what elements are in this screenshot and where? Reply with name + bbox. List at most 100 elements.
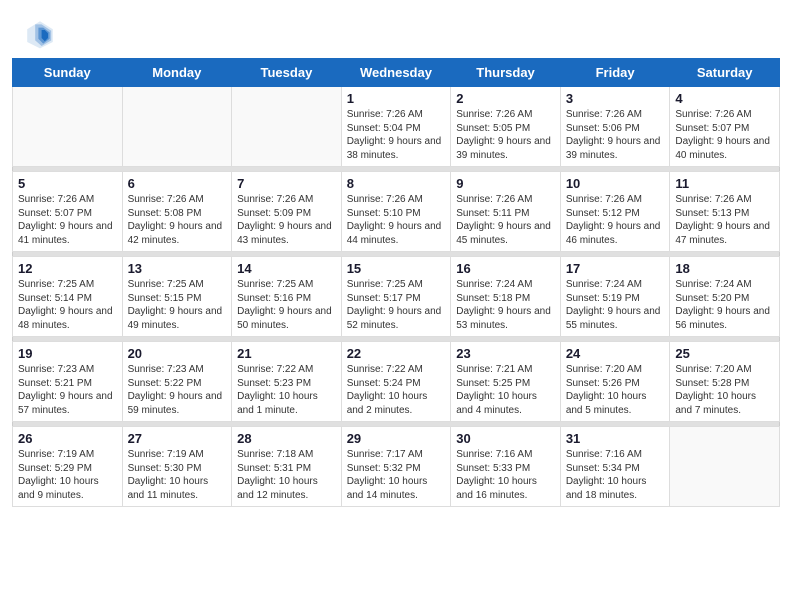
calendar-cell: 3 Sunrise: 7:26 AMSunset: 5:06 PMDaylight… — [560, 87, 670, 167]
cell-details: Sunrise: 7:24 AMSunset: 5:18 PMDaylight:… — [456, 278, 555, 332]
day-number: 30 — [456, 431, 555, 446]
calendar-cell: 8 Sunrise: 7:26 AMSunset: 5:10 PMDaylight… — [341, 172, 451, 252]
day-of-week-header: Sunday — [13, 59, 123, 87]
calendar-cell — [670, 427, 780, 507]
cell-details: Sunrise: 7:26 AMSunset: 5:09 PMDaylight:… — [237, 193, 336, 247]
calendar-cell: 18 Sunrise: 7:24 AMSunset: 5:20 PMDayligh… — [670, 257, 780, 337]
day-number: 11 — [675, 176, 774, 191]
day-number: 28 — [237, 431, 336, 446]
calendar-cell — [13, 87, 123, 167]
day-number: 25 — [675, 346, 774, 361]
cell-details: Sunrise: 7:16 AMSunset: 5:33 PMDaylight:… — [456, 448, 555, 502]
cell-details: Sunrise: 7:19 AMSunset: 5:29 PMDaylight:… — [18, 448, 117, 502]
cell-details: Sunrise: 7:23 AMSunset: 5:21 PMDaylight:… — [18, 363, 117, 417]
cell-details: Sunrise: 7:25 AMSunset: 5:14 PMDaylight:… — [18, 278, 117, 332]
cell-details: Sunrise: 7:26 AMSunset: 5:13 PMDaylight:… — [675, 193, 774, 247]
day-number: 20 — [128, 346, 227, 361]
day-of-week-header: Saturday — [670, 59, 780, 87]
calendar-week-row: 26 Sunrise: 7:19 AMSunset: 5:29 PMDayligh… — [13, 427, 780, 507]
day-number: 18 — [675, 261, 774, 276]
calendar-week-row: 1Sunrise: 7:26 AMSunset: 5:04 PMDaylight… — [13, 87, 780, 167]
calendar-cell: 27 Sunrise: 7:19 AMSunset: 5:30 PMDayligh… — [122, 427, 232, 507]
cell-details: Sunrise: 7:19 AMSunset: 5:30 PMDaylight:… — [128, 448, 227, 502]
calendar-cell: 21 Sunrise: 7:22 AMSunset: 5:23 PMDayligh… — [232, 342, 342, 422]
day-of-week-header: Thursday — [451, 59, 561, 87]
calendar-cell: 12 Sunrise: 7:25 AMSunset: 5:14 PMDayligh… — [13, 257, 123, 337]
day-number: 23 — [456, 346, 555, 361]
calendar-table: SundayMondayTuesdayWednesdayThursdayFrid… — [12, 58, 780, 507]
day-number: 24 — [566, 346, 665, 361]
cell-details: Sunrise: 7:26 AMSunset: 5:06 PMDaylight:… — [566, 108, 665, 162]
logo — [24, 18, 60, 50]
calendar-cell: 22Sunrise: 7:22 AMSunset: 5:24 PMDayligh… — [341, 342, 451, 422]
day-number: 27 — [128, 431, 227, 446]
calendar-cell: 7 Sunrise: 7:26 AMSunset: 5:09 PMDaylight… — [232, 172, 342, 252]
cell-details: Sunrise: 7:26 AMSunset: 5:07 PMDaylight:… — [675, 108, 774, 162]
cell-details: Sunrise: 7:26 AMSunset: 5:11 PMDaylight:… — [456, 193, 555, 247]
day-of-week-header: Friday — [560, 59, 670, 87]
calendar-cell: 11 Sunrise: 7:26 AMSunset: 5:13 PMDayligh… — [670, 172, 780, 252]
cell-details: Sunrise: 7:25 AMSunset: 5:15 PMDaylight:… — [128, 278, 227, 332]
day-number: 21 — [237, 346, 336, 361]
day-number: 6 — [128, 176, 227, 191]
day-number: 12 — [18, 261, 117, 276]
cell-details: Sunrise: 7:26 AMSunset: 5:08 PMDaylight:… — [128, 193, 227, 247]
cell-details: Sunrise: 7:26 AMSunset: 5:07 PMDaylight:… — [18, 193, 117, 247]
calendar-cell: 23 Sunrise: 7:21 AMSunset: 5:25 PMDayligh… — [451, 342, 561, 422]
day-number: 26 — [18, 431, 117, 446]
day-number: 8 — [347, 176, 446, 191]
day-number: 13 — [128, 261, 227, 276]
day-number: 7 — [237, 176, 336, 191]
calendar-cell: 17 Sunrise: 7:24 AMSunset: 5:19 PMDayligh… — [560, 257, 670, 337]
cell-details: Sunrise: 7:21 AMSunset: 5:25 PMDaylight:… — [456, 363, 555, 417]
calendar-cell: 5 Sunrise: 7:26 AMSunset: 5:07 PMDaylight… — [13, 172, 123, 252]
calendar-cell: 25 Sunrise: 7:20 AMSunset: 5:28 PMDayligh… — [670, 342, 780, 422]
day-number: 29 — [347, 431, 446, 446]
cell-details: Sunrise: 7:25 AMSunset: 5:17 PMDaylight:… — [347, 278, 446, 332]
day-of-week-header: Wednesday — [341, 59, 451, 87]
day-number: 9 — [456, 176, 555, 191]
calendar-header-row: SundayMondayTuesdayWednesdayThursdayFrid… — [13, 59, 780, 87]
day-number: 3 — [566, 91, 665, 106]
calendar-cell: 26 Sunrise: 7:19 AMSunset: 5:29 PMDayligh… — [13, 427, 123, 507]
calendar-cell: 31Sunrise: 7:16 AMSunset: 5:34 PMDayligh… — [560, 427, 670, 507]
calendar-cell: 6 Sunrise: 7:26 AMSunset: 5:08 PMDaylight… — [122, 172, 232, 252]
calendar-cell: 16 Sunrise: 7:24 AMSunset: 5:18 PMDayligh… — [451, 257, 561, 337]
day-number: 17 — [566, 261, 665, 276]
cell-details: Sunrise: 7:24 AMSunset: 5:20 PMDaylight:… — [675, 278, 774, 332]
day-number: 22 — [347, 346, 446, 361]
cell-details: Sunrise: 7:22 AMSunset: 5:23 PMDaylight:… — [237, 363, 336, 417]
calendar-cell: 20 Sunrise: 7:23 AMSunset: 5:22 PMDayligh… — [122, 342, 232, 422]
day-number: 31 — [566, 431, 665, 446]
cell-details: Sunrise: 7:25 AMSunset: 5:16 PMDaylight:… — [237, 278, 336, 332]
cell-details: Sunrise: 7:26 AMSunset: 5:10 PMDaylight:… — [347, 193, 446, 247]
calendar-cell: 24 Sunrise: 7:20 AMSunset: 5:26 PMDayligh… — [560, 342, 670, 422]
calendar-cell — [232, 87, 342, 167]
cell-details: Sunrise: 7:20 AMSunset: 5:28 PMDaylight:… — [675, 363, 774, 417]
calendar-cell: 10Sunrise: 7:26 AMSunset: 5:12 PMDayligh… — [560, 172, 670, 252]
cell-details: Sunrise: 7:26 AMSunset: 5:12 PMDaylight:… — [566, 193, 665, 247]
calendar-week-row: 12 Sunrise: 7:25 AMSunset: 5:14 PMDayligh… — [13, 257, 780, 337]
cell-details: Sunrise: 7:23 AMSunset: 5:22 PMDaylight:… — [128, 363, 227, 417]
day-number: 14 — [237, 261, 336, 276]
calendar-cell: 14 Sunrise: 7:25 AMSunset: 5:16 PMDayligh… — [232, 257, 342, 337]
day-number: 19 — [18, 346, 117, 361]
calendar-cell: 4 Sunrise: 7:26 AMSunset: 5:07 PMDaylight… — [670, 87, 780, 167]
day-number: 5 — [18, 176, 117, 191]
cell-details: Sunrise: 7:26 AMSunset: 5:04 PMDaylight:… — [347, 108, 446, 162]
cell-details: Sunrise: 7:20 AMSunset: 5:26 PMDaylight:… — [566, 363, 665, 417]
cell-details: Sunrise: 7:24 AMSunset: 5:19 PMDaylight:… — [566, 278, 665, 332]
page-header — [0, 0, 792, 58]
calendar-week-row: 5 Sunrise: 7:26 AMSunset: 5:07 PMDaylight… — [13, 172, 780, 252]
calendar-cell: 9 Sunrise: 7:26 AMSunset: 5:11 PMDaylight… — [451, 172, 561, 252]
cell-details: Sunrise: 7:26 AMSunset: 5:05 PMDaylight:… — [456, 108, 555, 162]
calendar-cell: 13 Sunrise: 7:25 AMSunset: 5:15 PMDayligh… — [122, 257, 232, 337]
calendar-cell: 30 Sunrise: 7:16 AMSunset: 5:33 PMDayligh… — [451, 427, 561, 507]
calendar-cell: 1Sunrise: 7:26 AMSunset: 5:04 PMDaylight… — [341, 87, 451, 167]
day-number: 15 — [347, 261, 446, 276]
day-of-week-header: Tuesday — [232, 59, 342, 87]
day-number: 4 — [675, 91, 774, 106]
day-number: 2 — [456, 91, 555, 106]
day-number: 16 — [456, 261, 555, 276]
logo-icon — [24, 18, 56, 50]
